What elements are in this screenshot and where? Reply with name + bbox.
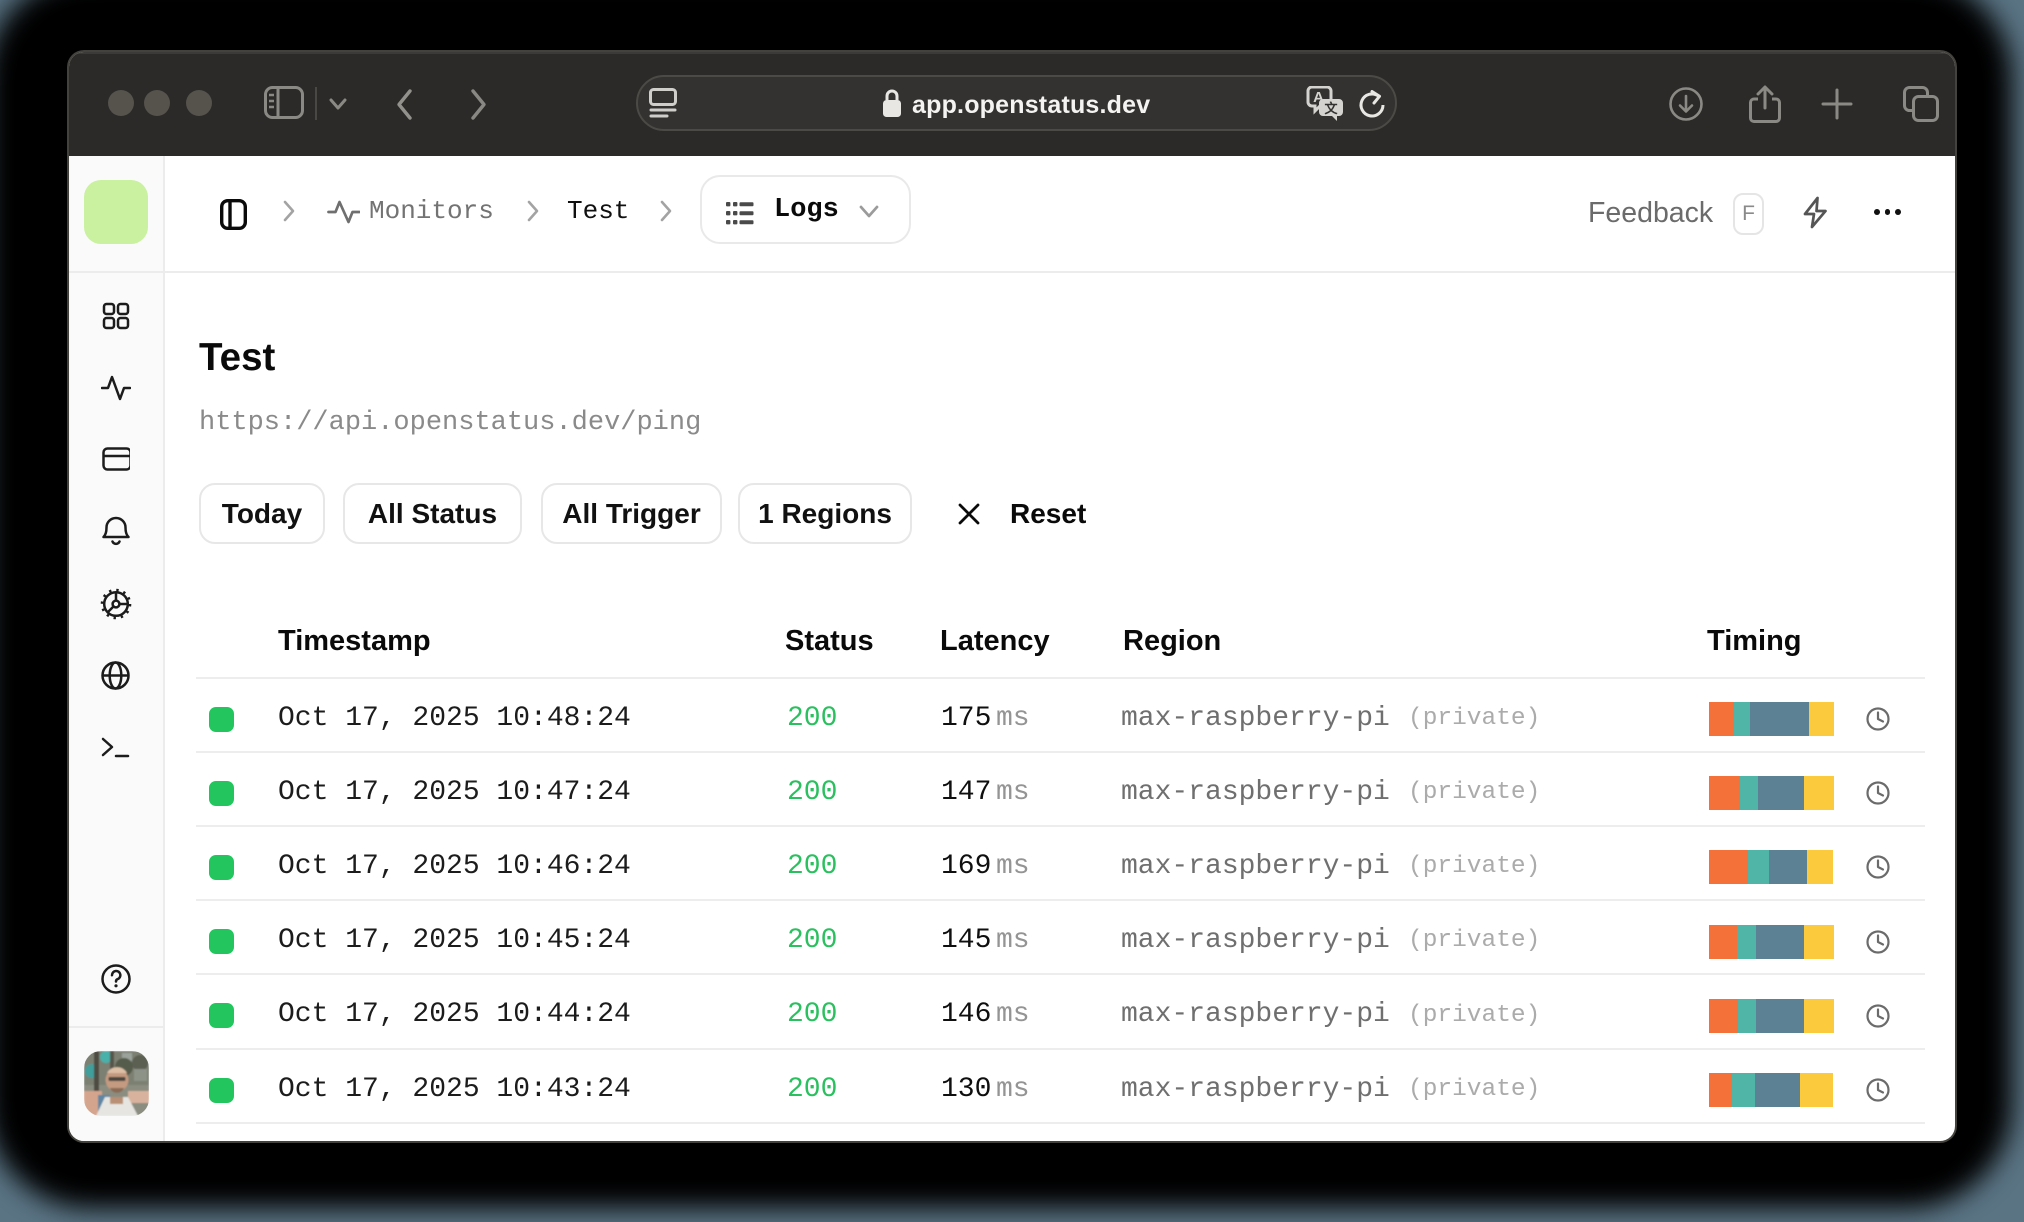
svg-text:文: 文 (1324, 101, 1338, 116)
